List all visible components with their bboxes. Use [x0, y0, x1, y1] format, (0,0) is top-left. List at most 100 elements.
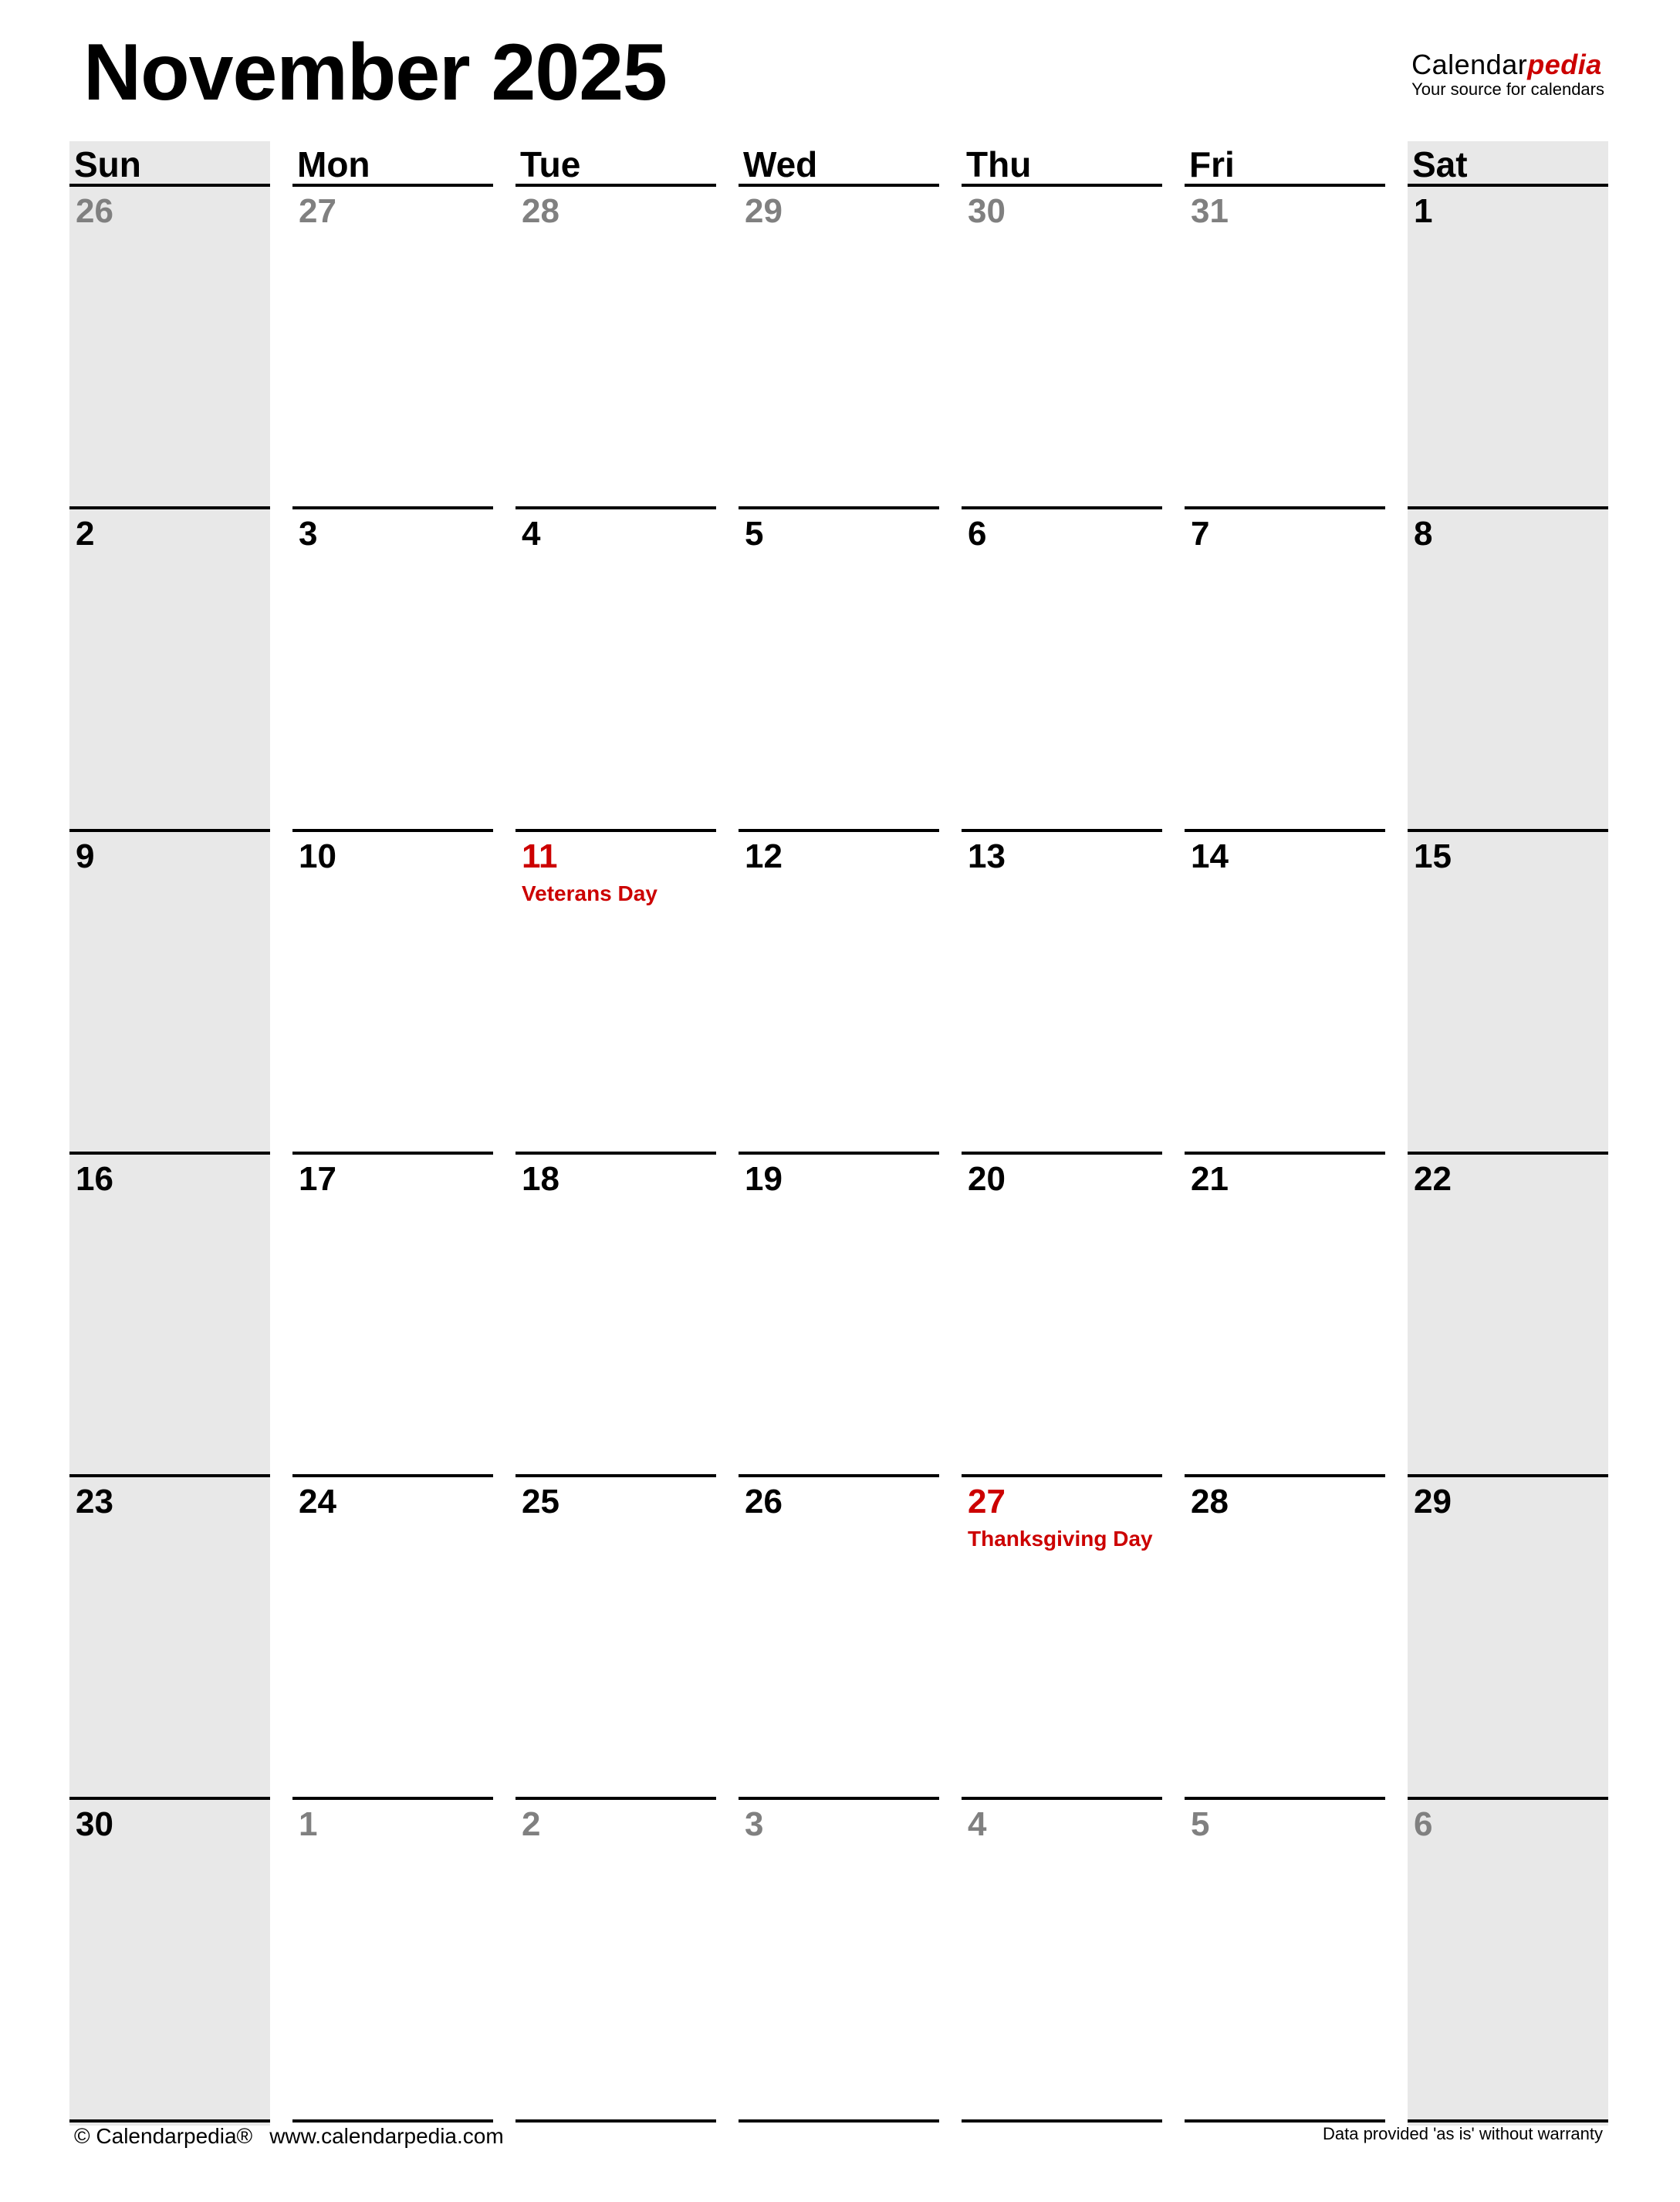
day-cell[interactable]: 27	[292, 187, 493, 509]
day-cell[interactable]: 26	[739, 1474, 939, 1800]
day-number: 8	[1414, 515, 1433, 553]
day-cell[interactable]: 4	[962, 1797, 1162, 2123]
day-cell[interactable]: 16	[69, 1152, 270, 1477]
footer-left: © Calendarpedia® www.calendarpedia.com	[74, 2126, 504, 2147]
day-cell[interactable]: 30	[962, 187, 1162, 509]
day-cell[interactable]: 13	[962, 829, 1162, 1155]
day-number: 10	[299, 837, 336, 875]
row-divider	[962, 1152, 1162, 1155]
bottom-divider	[1185, 2119, 1385, 2123]
day-cell[interactable]: 24	[292, 1474, 493, 1800]
day-cell[interactable]: 10	[292, 829, 493, 1155]
row-divider	[1185, 1474, 1385, 1477]
day-number: 11	[522, 837, 558, 875]
weekday-header-mon: Mon	[292, 141, 493, 187]
row-divider	[739, 1797, 939, 1800]
day-number: 20	[968, 1160, 1006, 1198]
copyright-text: © Calendarpedia®	[74, 2124, 253, 2148]
day-cell[interactable]: 28	[515, 187, 716, 509]
day-number: 28	[1191, 1483, 1229, 1520]
day-cell[interactable]: 1	[292, 1797, 493, 2123]
row-divider	[1408, 1474, 1608, 1477]
day-cell[interactable]: 2	[515, 1797, 716, 2123]
day-cell[interactable]: 3	[292, 506, 493, 832]
day-cell[interactable]: 18	[515, 1152, 716, 1477]
day-number: 21	[1191, 1160, 1229, 1198]
day-cell[interactable]: 6	[1408, 1797, 1608, 2123]
day-cell[interactable]: 19	[739, 1152, 939, 1477]
day-cell[interactable]: 1	[1408, 187, 1608, 509]
day-cell[interactable]: 5	[1185, 1797, 1385, 2123]
row-divider	[1185, 829, 1385, 832]
day-number: 1	[1414, 192, 1433, 230]
day-cell[interactable]: 23	[69, 1474, 270, 1800]
day-cell[interactable]: 26	[69, 187, 270, 509]
day-number: 2	[76, 515, 95, 553]
day-number: 13	[968, 837, 1006, 875]
day-cell[interactable]: 4	[515, 506, 716, 832]
day-number: 27	[299, 192, 336, 230]
weekday-label: Wed	[743, 144, 818, 184]
day-cell[interactable]: 21	[1185, 1152, 1385, 1477]
brand-logo[interactable]: Calendarpedia Your source for calendars	[1411, 51, 1604, 99]
day-cell[interactable]: 12	[739, 829, 939, 1155]
brand-name-accent: pedia	[1527, 49, 1602, 80]
row-divider	[739, 1152, 939, 1155]
day-number: 1	[299, 1805, 318, 1843]
day-cell[interactable]: 28	[1185, 1474, 1385, 1800]
bottom-divider	[1408, 2119, 1608, 2123]
day-cell[interactable]: 2	[69, 506, 270, 832]
weekday-header-sat: Sat	[1408, 141, 1608, 187]
day-number: 16	[76, 1160, 113, 1198]
day-number: 26	[76, 192, 113, 230]
day-number: 3	[299, 515, 318, 553]
page-title: November 2025	[83, 28, 668, 117]
row-divider	[1185, 1797, 1385, 1800]
day-cell[interactable]: 11 Veterans Day	[515, 829, 716, 1155]
row-divider	[1408, 829, 1608, 832]
day-cell[interactable]: 14	[1185, 829, 1385, 1155]
row-divider	[515, 1797, 716, 1800]
day-number: 3	[745, 1805, 764, 1843]
day-cell[interactable]: 30	[69, 1797, 270, 2123]
day-cell[interactable]: 15	[1408, 829, 1608, 1155]
row-divider	[962, 1474, 1162, 1477]
day-number: 29	[745, 192, 783, 230]
day-cell[interactable]: 5	[739, 506, 939, 832]
bottom-divider	[739, 2119, 939, 2123]
website-link[interactable]: www.calendarpedia.com	[269, 2124, 504, 2148]
day-number: 22	[1414, 1160, 1452, 1198]
day-number: 5	[745, 515, 764, 553]
day-number: 28	[522, 192, 559, 230]
day-cell[interactable]: 6	[962, 506, 1162, 832]
day-cell[interactable]: 29	[1408, 1474, 1608, 1800]
day-cell[interactable]: 8	[1408, 506, 1608, 832]
row-divider	[962, 829, 1162, 832]
day-number: 4	[968, 1805, 987, 1843]
day-number: 12	[745, 837, 783, 875]
day-cell[interactable]: 17	[292, 1152, 493, 1477]
row-divider	[962, 1797, 1162, 1800]
bottom-divider	[515, 2119, 716, 2123]
day-cell[interactable]: 25	[515, 1474, 716, 1800]
day-cell[interactable]: 3	[739, 1797, 939, 2123]
day-number: 26	[745, 1483, 783, 1520]
disclaimer-text: Data provided 'as is' without warranty	[1322, 2124, 1603, 2143]
day-cell[interactable]: 22	[1408, 1152, 1608, 1477]
day-cell[interactable]: 29	[739, 187, 939, 509]
holiday-label: Veterans Day	[522, 881, 657, 905]
row-divider	[292, 506, 493, 509]
row-divider	[515, 1474, 716, 1477]
day-cell[interactable]: 31	[1185, 187, 1385, 509]
day-number: 31	[1191, 192, 1229, 230]
row-divider	[69, 1152, 270, 1155]
day-cell[interactable]: 27 Thanksgiving Day	[962, 1474, 1162, 1800]
brand-name: Calendarpedia	[1411, 51, 1604, 79]
weekday-label: Sat	[1412, 144, 1468, 184]
row-divider	[69, 1797, 270, 1800]
day-cell[interactable]: 9	[69, 829, 270, 1155]
weekday-header-thu: Thu	[962, 141, 1162, 187]
row-divider	[739, 829, 939, 832]
day-cell[interactable]: 7	[1185, 506, 1385, 832]
day-cell[interactable]: 20	[962, 1152, 1162, 1477]
